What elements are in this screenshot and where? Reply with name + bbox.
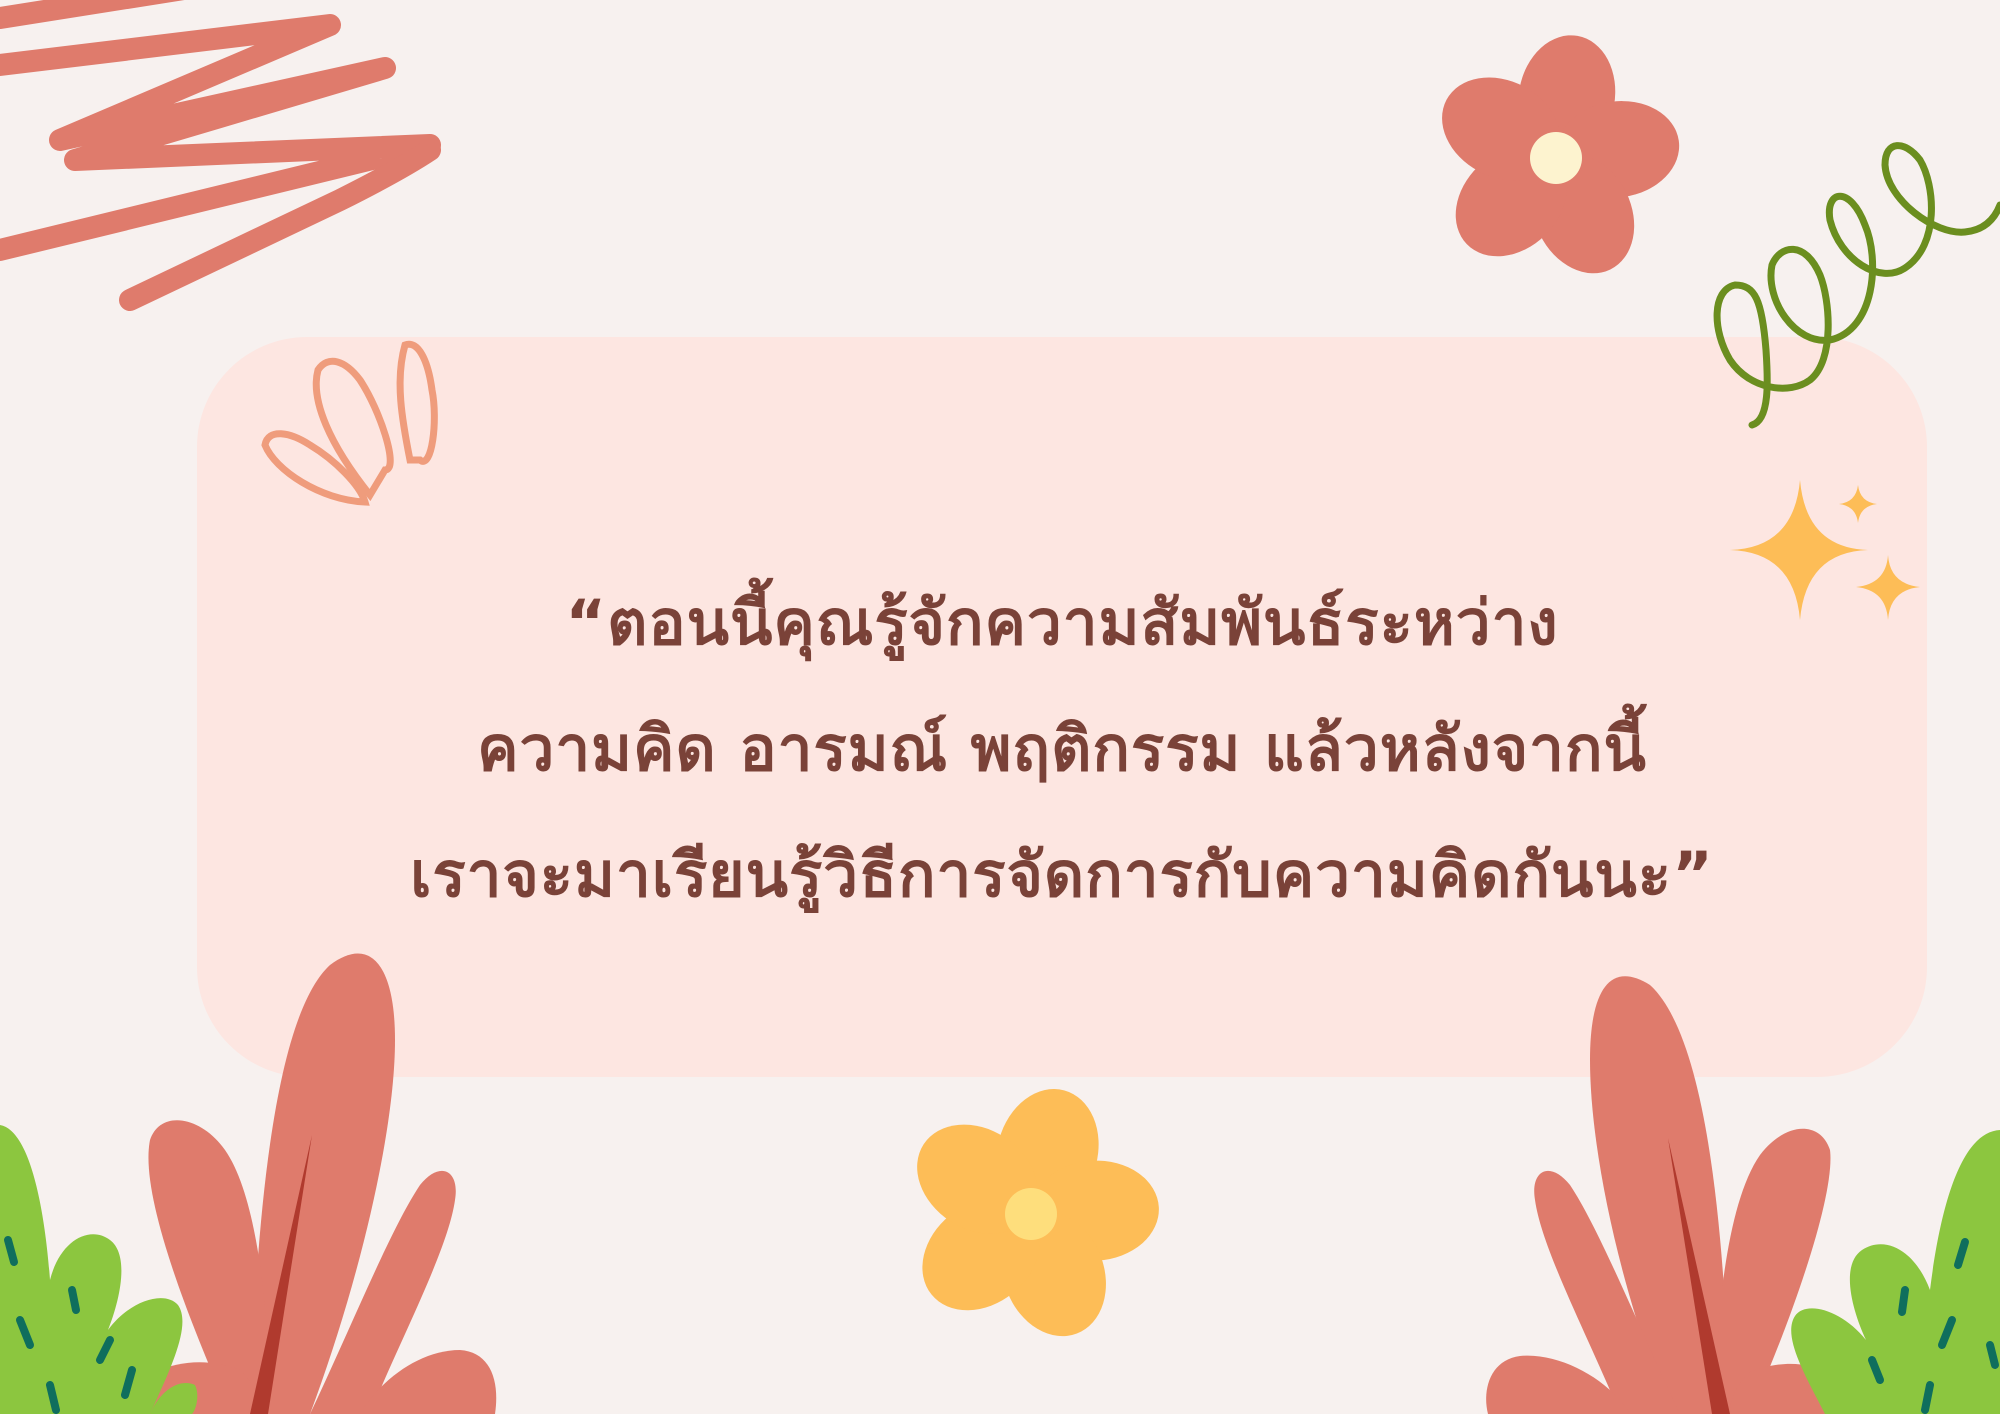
pink-flower-icon: [1442, 35, 1680, 274]
green-spring-swirl: [1713, 142, 2000, 429]
scribble-lines: [0, 0, 441, 311]
quote-line-1: “ตอนนี้คุณรู้จักความสัมพันธ์ระหว่าง: [565, 586, 1559, 659]
quote-text: “ตอนนี้คุณรู้จักความสัมพันธ์ระหว่าง ความ…: [197, 560, 1927, 938]
quote-line-3: เราจะมาเรียนรู้วิธีการจัดการกับความคิดกั…: [410, 838, 1714, 911]
quote-line-2: ความคิด อารมณ์ พฤติกรรม แล้วหลังจากนี้: [477, 712, 1647, 785]
yellow-flower-icon: [917, 1089, 1159, 1337]
leaf-outline-icon: [261, 340, 438, 506]
slide: “ตอนนี้คุณรู้จักความสัมพันธ์ระหว่าง ความ…: [0, 0, 2000, 1414]
